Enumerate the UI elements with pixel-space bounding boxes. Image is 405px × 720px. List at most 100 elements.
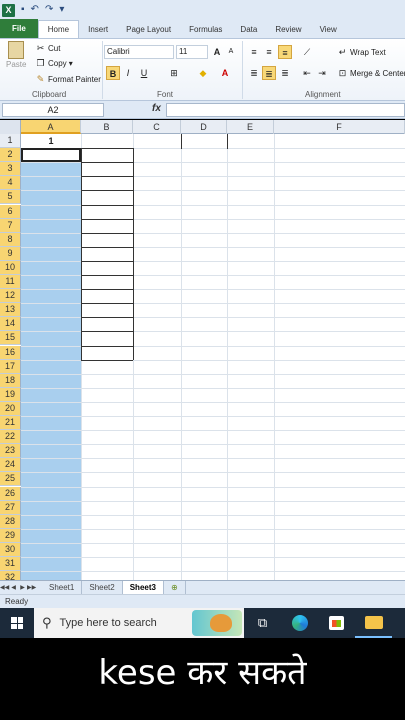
row-header-22[interactable]: 22 <box>0 430 21 445</box>
column-header-a[interactable]: A <box>21 120 81 134</box>
shrink-font-button[interactable]: A <box>224 45 238 59</box>
ribbon: Paste ✂ Cut ❐ Copy ▾ ✎ Format Painter Clipb… <box>0 39 405 101</box>
row-header-9[interactable]: 9 <box>0 246 21 261</box>
row-header-19[interactable]: 19 <box>0 387 21 402</box>
file-explorer-icon[interactable] <box>355 608 392 638</box>
merge-center-button[interactable]: ⊡ Merge & Center <box>337 68 405 78</box>
cut-button[interactable]: ✂ Cut <box>35 43 61 53</box>
font-name-select[interactable]: Calibri <box>104 45 174 59</box>
save-icon[interactable]: ▪ <box>21 5 25 15</box>
align-bottom-icon[interactable]: ≡ <box>278 45 292 59</box>
row-header-21[interactable]: 21 <box>0 416 21 430</box>
align-right-icon[interactable]: ≣ <box>278 66 292 80</box>
align-center-icon[interactable]: ≣ <box>262 66 276 80</box>
taskbar-search-box[interactable]: ⚲ Type here to search <box>34 608 244 638</box>
next-sheet-icon[interactable]: ▶ <box>18 584 27 591</box>
store-icon[interactable] <box>318 608 355 638</box>
row-header-12[interactable]: 12 <box>0 289 21 304</box>
column-header-d[interactable]: D <box>181 120 227 134</box>
row-header-17[interactable]: 17 <box>0 359 21 374</box>
font-size-select[interactable]: 11 <box>176 45 208 59</box>
row-header-14[interactable]: 14 <box>0 317 21 332</box>
bold-button[interactable]: B <box>106 66 120 80</box>
font-color-button[interactable]: A <box>218 66 232 80</box>
cell-a1[interactable]: 1 <box>21 134 81 148</box>
row-header-4[interactable]: 4 <box>0 176 21 191</box>
edge-icon[interactable] <box>281 608 318 638</box>
align-top-icon[interactable]: ≡ <box>247 45 261 59</box>
tab-page-layout[interactable]: Page Layout <box>117 21 180 38</box>
borders-icon[interactable]: ⊞ <box>167 66 181 80</box>
select-all-corner[interactable] <box>0 120 21 134</box>
fill-color-icon[interactable]: ◆ <box>196 66 210 80</box>
row-header-26[interactable]: 26 <box>0 486 21 501</box>
align-left-icon[interactable]: ≣ <box>247 66 261 80</box>
grow-font-button[interactable]: A <box>210 45 224 59</box>
row-header-27[interactable]: 27 <box>0 500 21 515</box>
column-header-c[interactable]: C <box>133 120 181 134</box>
sheet-tab-3[interactable]: Sheet3 <box>122 581 164 594</box>
tab-file[interactable]: File <box>0 19 38 38</box>
last-sheet-icon[interactable]: ▶▶ <box>27 584 36 591</box>
first-sheet-icon[interactable]: ◀◀ <box>0 584 9 591</box>
increase-indent-icon[interactable]: ⇥ <box>315 66 329 80</box>
prev-sheet-icon[interactable]: ◀ <box>9 584 18 591</box>
row-header-15[interactable]: 15 <box>0 331 21 346</box>
worksheet-grid[interactable]: ABCDEF 1 2 3 4 5 6 7 8 9 10 11 12 13 14 15 16 17 18 19 20 21… <box>0 120 405 580</box>
insert-sheet-icon[interactable]: ⊕ <box>164 581 186 594</box>
row-header-20[interactable]: 20 <box>0 401 21 416</box>
column-header-b[interactable]: B <box>81 120 133 134</box>
row-header-32[interactable]: 32 <box>0 571 21 580</box>
underline-button[interactable]: U <box>137 66 151 80</box>
excel-logo-icon: X <box>2 3 15 17</box>
row-header-29[interactable]: 29 <box>0 528 21 543</box>
customize-icon[interactable]: ▾ <box>59 5 64 15</box>
row-header-28[interactable]: 28 <box>0 514 21 529</box>
name-box[interactable]: A2 <box>2 103 104 117</box>
align-middle-icon[interactable]: ≡ <box>262 45 276 59</box>
row-header-16[interactable]: 16 <box>0 345 21 360</box>
wrap-text-button[interactable]: ↵ Wrap Text <box>337 47 386 57</box>
tab-view[interactable]: View <box>311 21 346 38</box>
row-header-6[interactable]: 6 <box>0 204 21 219</box>
sheet-tab-2[interactable]: Sheet2 <box>82 581 123 594</box>
italic-button[interactable]: I <box>121 66 135 80</box>
row-header-23[interactable]: 23 <box>0 444 21 459</box>
copy-button[interactable]: ❐ Copy ▾ <box>35 58 72 68</box>
undo-icon[interactable]: ↶ <box>31 5 39 15</box>
sheet-tab-1[interactable]: Sheet1 <box>42 581 83 594</box>
tab-insert[interactable]: Insert <box>79 21 117 38</box>
windows-icon[interactable] <box>0 608 34 638</box>
row-header-11[interactable]: 11 <box>0 275 21 289</box>
column-header-e[interactable]: E <box>227 120 274 134</box>
row-header-5[interactable]: 5 <box>0 190 21 205</box>
tab-review[interactable]: Review <box>266 21 310 38</box>
row-header-7[interactable]: 7 <box>0 218 21 233</box>
tab-data[interactable]: Data <box>231 21 266 38</box>
tab-formulas[interactable]: Formulas <box>180 21 231 38</box>
decrease-indent-icon[interactable]: ⇤ <box>300 66 314 80</box>
clipboard-group-label: Clipboard <box>32 90 67 99</box>
tab-home[interactable]: Home <box>37 20 80 38</box>
row-header-8[interactable]: 8 <box>0 232 21 247</box>
task-view-icon[interactable]: ⧉ <box>244 608 281 638</box>
paste-button[interactable]: Paste <box>6 41 26 69</box>
formula-input[interactable] <box>166 103 405 117</box>
redo-icon[interactable]: ↷ <box>45 5 53 15</box>
insert-function-button[interactable]: fx <box>152 103 161 114</box>
column-header-f[interactable]: F <box>274 120 405 134</box>
cut-label: Cut <box>48 43 61 53</box>
row-header-2[interactable]: 2 <box>0 148 21 163</box>
orientation-icon[interactable]: ⟋ <box>300 45 314 59</box>
format-painter-button[interactable]: ✎ Format Painter <box>35 74 101 84</box>
active-cell-a2[interactable] <box>21 148 81 162</box>
row-header-1[interactable]: 1 <box>0 134 21 148</box>
row-header-13[interactable]: 13 <box>0 303 21 318</box>
row-header-10[interactable]: 10 <box>0 260 21 275</box>
row-header-3[interactable]: 3 <box>0 162 21 177</box>
row-header-25[interactable]: 25 <box>0 472 21 487</box>
row-header-30[interactable]: 30 <box>0 542 21 557</box>
row-header-18[interactable]: 18 <box>0 373 21 388</box>
row-header-31[interactable]: 31 <box>0 557 21 571</box>
row-header-24[interactable]: 24 <box>0 458 21 473</box>
